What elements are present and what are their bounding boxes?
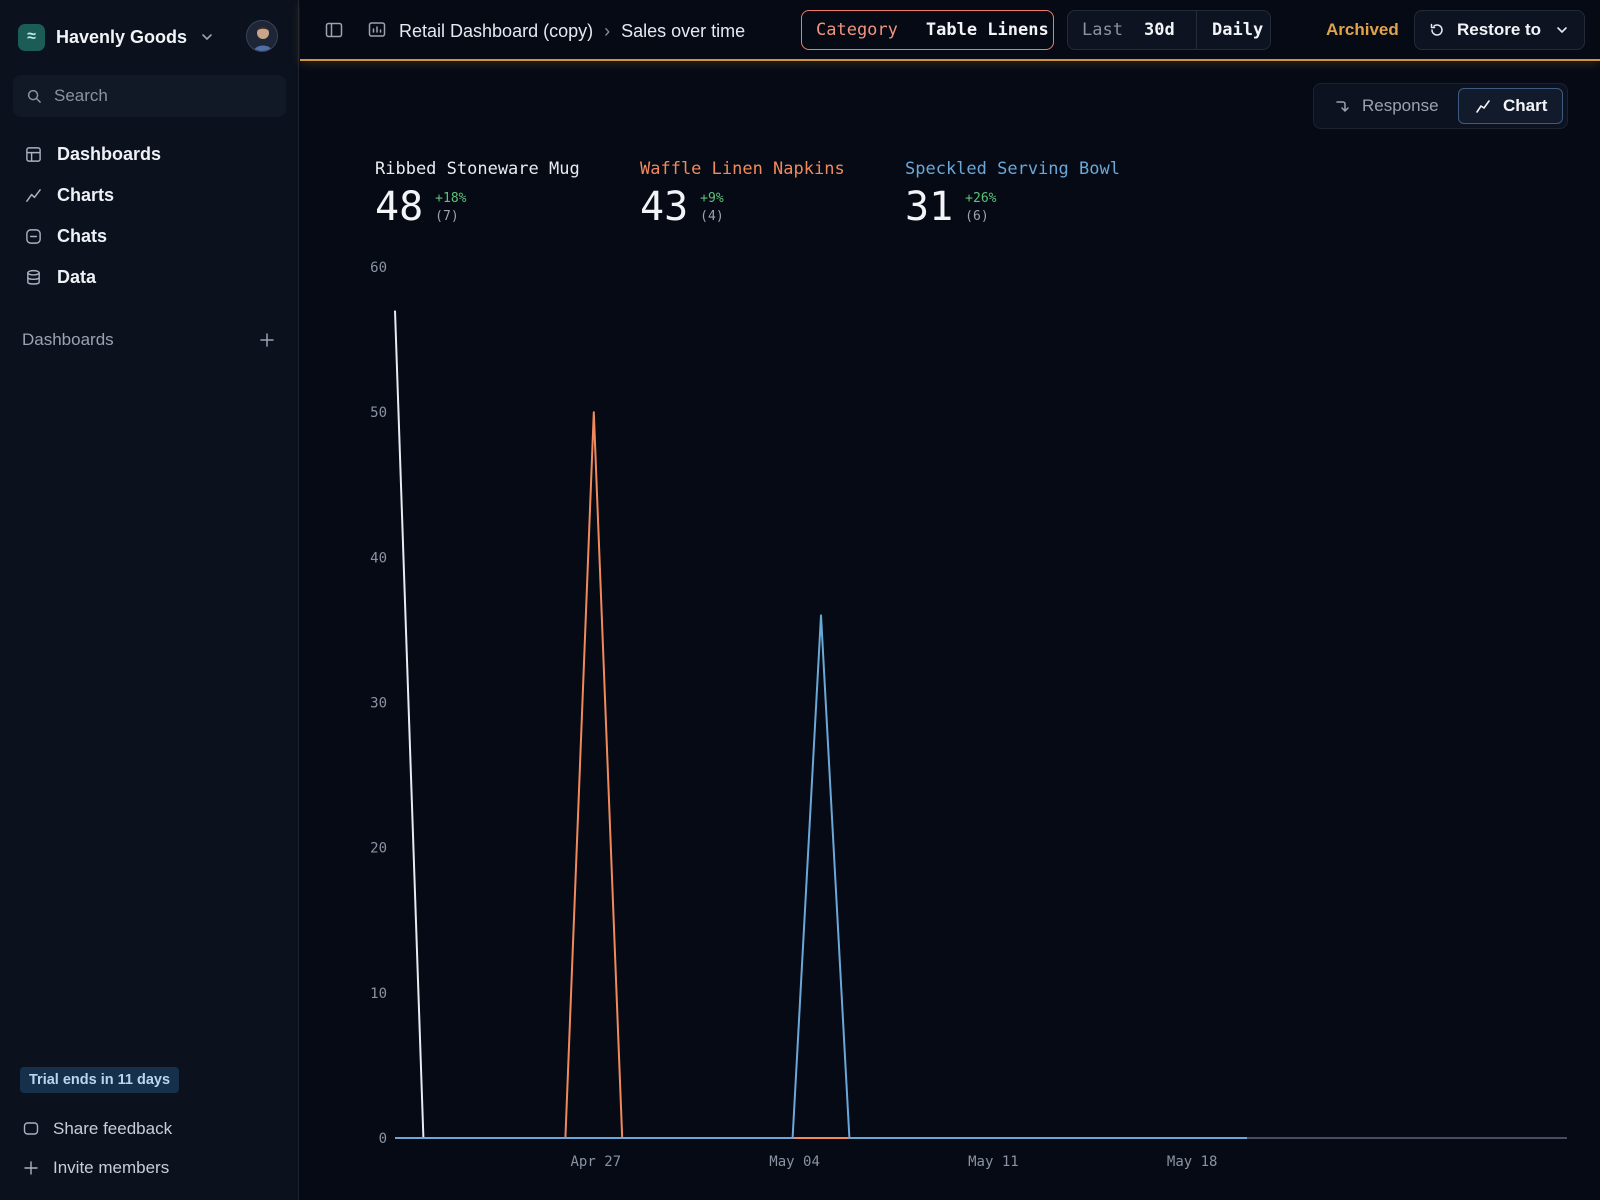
x-tick-label: May 11 bbox=[968, 1154, 1019, 1170]
y-tick-label: 60 bbox=[370, 260, 387, 276]
y-tick-label: 40 bbox=[370, 550, 387, 566]
series-line bbox=[395, 614, 1247, 1139]
series-line bbox=[395, 411, 1247, 1139]
y-tick-label: 30 bbox=[370, 696, 387, 712]
y-tick-label: 10 bbox=[370, 986, 387, 1002]
series-line bbox=[394, 310, 1247, 1139]
y-tick-label: 50 bbox=[370, 405, 387, 421]
x-tick-label: May 18 bbox=[1167, 1154, 1218, 1170]
y-tick-label: 20 bbox=[370, 841, 387, 857]
y-tick-label: 0 bbox=[379, 1131, 387, 1147]
sales-line-chart: 0 10 20 30 40 50 60 Apr 27 May 04 May 11 May 18 bbox=[370, 260, 1567, 1170]
x-tick-label: May 04 bbox=[769, 1154, 820, 1170]
x-tick-label: Apr 27 bbox=[571, 1154, 622, 1170]
